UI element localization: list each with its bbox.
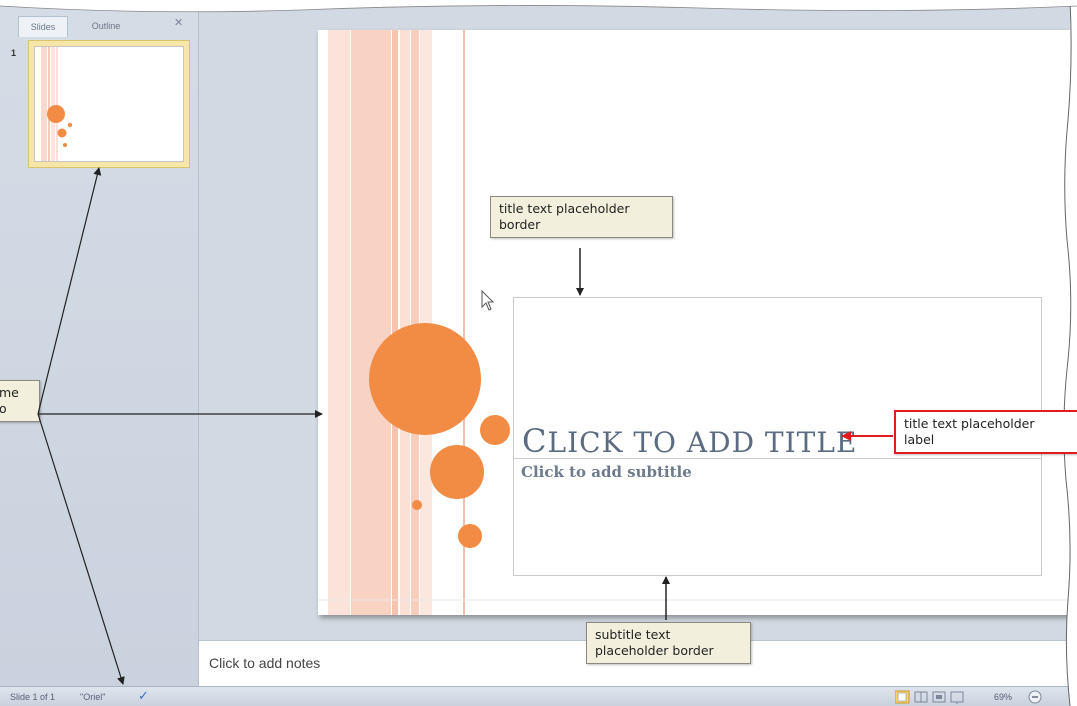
view-shortcut-icons[interactable] <box>894 690 985 704</box>
callout-title-placeholder-border: title text placeholder border <box>490 196 673 238</box>
theme-name-status[interactable]: "Oriel" <box>80 692 105 702</box>
subtitle-placeholder-text: Click to add subtitle <box>521 463 692 481</box>
slide-thumbnail-preview <box>34 46 184 162</box>
powerpoint-window: Slides Outline ✕ 1 CLICK TO ADD TITLE Cl… <box>0 0 1070 706</box>
callout-line: border <box>499 217 541 232</box>
pane-tabs: Slides Outline ✕ <box>0 10 198 37</box>
notes-placeholder: Click to add notes <box>209 655 321 671</box>
callout-title-placeholder-label: title text placeholder label <box>894 410 1077 454</box>
close-icon[interactable]: ✕ <box>174 16 183 29</box>
slide-thumbnail-number: 1 <box>11 48 17 58</box>
view-buttons[interactable] <box>894 690 985 706</box>
zoom-out-icon[interactable] <box>1028 690 1042 704</box>
callout-line: title text placeholder <box>904 416 1035 431</box>
callout-left-partial: me o <box>0 380 40 422</box>
spelling-check-icon[interactable]: ✓ <box>138 688 149 704</box>
callout-line: subtitle text <box>595 627 671 642</box>
slides-pane: Slides Outline ✕ 1 <box>0 0 199 688</box>
slide-count-status: Slide 1 of 1 <box>10 692 56 702</box>
callout-subtitle-placeholder-border: subtitle text placeholder border <box>586 622 751 664</box>
title-placeholder-text: CLICK TO ADD TITLE <box>522 422 858 460</box>
tab-slides[interactable]: Slides <box>18 16 68 37</box>
callout-line: title text placeholder <box>499 201 630 216</box>
tab-outline[interactable]: Outline <box>76 16 136 36</box>
callout-line: placeholder border <box>595 643 714 658</box>
status-bar: Slide 1 of 1 "Oriel" ✓ 69% <box>0 686 1070 706</box>
mouse-pointer-icon <box>481 290 495 311</box>
callout-line: me <box>0 385 19 400</box>
slide-thumbnail[interactable] <box>28 40 190 168</box>
zoom-level[interactable]: 69% <box>994 692 1012 702</box>
callout-line: o <box>0 401 7 416</box>
callout-line: label <box>904 432 935 447</box>
thumbnail-design-graphic <box>41 47 73 161</box>
